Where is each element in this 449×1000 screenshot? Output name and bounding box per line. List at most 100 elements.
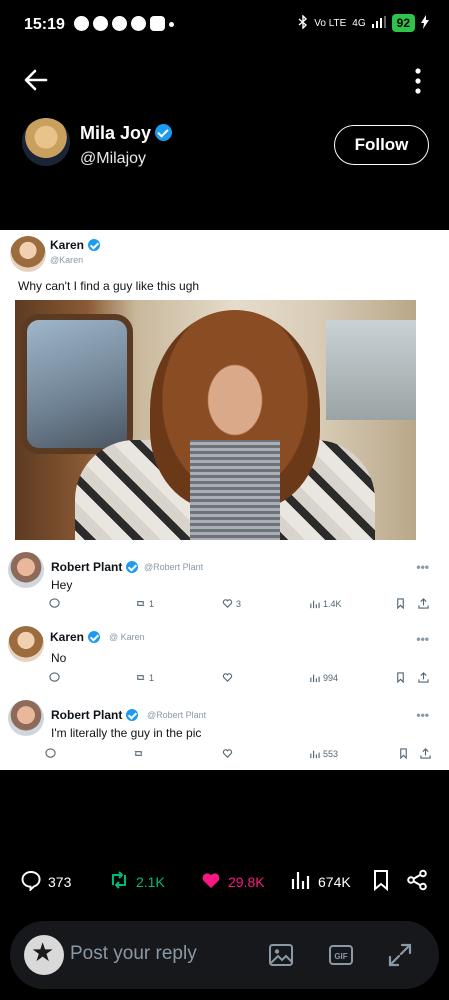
tweet-author: Karen	[50, 630, 85, 644]
signal-label: 4G	[352, 17, 366, 29]
svg-text:GIF: GIF	[334, 952, 347, 961]
bookmark-icon	[370, 869, 392, 894]
tweet-more-icon: •••	[416, 632, 429, 646]
views-button[interactable]: 674K	[290, 869, 351, 894]
verified-badge-icon	[126, 709, 139, 721]
tweet-actions: 1 994	[0, 672, 449, 686]
facebook-icon	[93, 16, 108, 31]
tweet-author: Karen	[50, 238, 85, 252]
tweet-author-row: Karen	[50, 630, 101, 644]
avatar	[8, 700, 44, 736]
more-options-icon[interactable]	[413, 66, 423, 96]
views-count: 553	[323, 748, 339, 759]
bookmark-icon	[398, 748, 409, 759]
share-icon	[420, 748, 431, 759]
like-button[interactable]: 29.8K	[200, 869, 265, 894]
notification-icons	[74, 16, 174, 31]
user-avatar	[24, 935, 64, 975]
verified-badge-icon	[126, 561, 139, 573]
avatar	[8, 626, 44, 662]
gif-icon[interactable]: GIF	[327, 941, 355, 969]
retweet-icon	[133, 748, 144, 759]
back-arrow-icon[interactable]	[22, 66, 50, 94]
more-notifications-dot	[169, 22, 174, 27]
avatar	[8, 552, 44, 588]
like-icon	[222, 672, 233, 683]
expand-icon[interactable]	[386, 941, 414, 969]
bookmark-button[interactable]	[370, 869, 392, 894]
post-image[interactable]: Karen @Karen Why can't I find a guy like…	[0, 230, 449, 770]
share-icon	[418, 598, 429, 609]
tweet-more-icon: •••	[416, 560, 429, 574]
share-icon	[418, 672, 429, 683]
charging-icon	[421, 14, 429, 32]
tweet-author-row: Robert Plant	[51, 560, 139, 574]
views-count: 674K	[318, 873, 351, 890]
tweet-text: Hey	[51, 578, 73, 592]
views-count: 994	[323, 672, 339, 683]
tweet-author-row: Robert Plant	[51, 708, 139, 722]
repost-count: 2.1K	[136, 873, 165, 890]
repost-icon	[108, 869, 130, 894]
tweet-author: Robert Plant	[51, 560, 123, 574]
reply-count: 373	[48, 873, 72, 890]
verified-badge-icon	[88, 239, 101, 251]
tweet-handle: @ Karen	[109, 632, 145, 642]
like-count: 3	[236, 598, 242, 609]
tweet-text: Why can't I find a guy like this ugh	[18, 279, 200, 293]
status-time: 15:19	[24, 16, 65, 33]
bookmark-icon	[395, 672, 406, 683]
tweet-more-icon: •••	[416, 708, 429, 722]
verified-badge-icon	[88, 631, 101, 643]
tweet-text: I'm literally the guy in the pic	[51, 726, 202, 740]
tweet-author-row: Karen	[50, 238, 101, 252]
author-handle[interactable]: @Milajoy	[80, 150, 146, 168]
tweet-handle: @Robert Plant	[144, 562, 204, 572]
tweet-handle: @Karen	[50, 255, 84, 265]
battery-indicator: 92	[391, 14, 415, 32]
reply-icon	[20, 869, 42, 894]
share-button[interactable]	[406, 869, 428, 894]
reply-icon	[49, 598, 60, 609]
author-avatar[interactable]	[22, 118, 70, 166]
reply-icon	[49, 672, 60, 683]
tweet-photo	[15, 300, 416, 540]
signal-icon	[371, 15, 386, 31]
retweet-stat: 1	[135, 672, 154, 683]
reply-icon	[45, 748, 56, 759]
image-icon[interactable]	[267, 941, 295, 969]
reply-composer[interactable]: Post your reply GIF	[10, 921, 439, 989]
whatsapp-icon	[112, 16, 127, 31]
views-stat: 994	[309, 672, 338, 683]
follow-button[interactable]: Follow	[334, 125, 429, 165]
sweater	[190, 440, 280, 540]
facebook-icon	[74, 16, 89, 31]
verified-badge-icon	[155, 124, 173, 141]
tweet-handle: @Robert Plant	[147, 710, 207, 720]
views-count: 1.4K	[323, 598, 342, 609]
heart-icon	[200, 869, 222, 894]
tweet-actions: 553	[0, 748, 449, 762]
network-label: Vo LTE	[314, 17, 347, 29]
author-name-row[interactable]: Mila Joy	[80, 123, 173, 144]
reply-input[interactable]: Post your reply	[70, 943, 197, 965]
avatar	[10, 236, 46, 272]
car-window	[21, 314, 133, 454]
tweet-author: Robert Plant	[51, 708, 123, 722]
status-bar: 15:19 Vo LTE 4G 92	[0, 0, 449, 50]
messenger-icon	[131, 16, 146, 31]
like-count: 29.8K	[228, 873, 265, 890]
repost-button[interactable]: 2.1K	[108, 869, 165, 894]
views-stat: 553	[309, 748, 338, 759]
tweet-text: No	[51, 651, 67, 665]
retweet-count: 1	[149, 598, 155, 609]
bookmark-icon	[395, 598, 406, 609]
views-stat: 1.4K	[309, 598, 342, 609]
views-icon	[290, 869, 312, 894]
like-stat: 3	[222, 598, 241, 609]
tweet-actions: 1 3 1.4K	[0, 598, 449, 612]
car-rear-window	[326, 320, 416, 420]
bluetooth-icon	[298, 13, 308, 32]
author-name: Mila Joy	[80, 123, 152, 143]
reply-button[interactable]: 373	[20, 869, 71, 894]
